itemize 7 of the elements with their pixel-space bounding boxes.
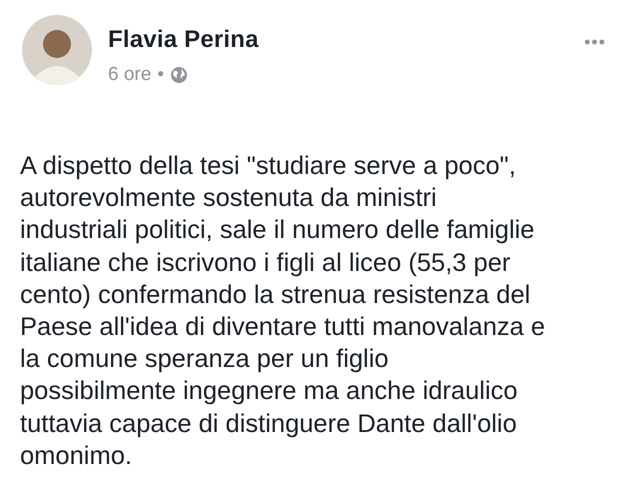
post-time[interactable]: 6 ore bbox=[108, 64, 152, 86]
post-text: A dispetto della tesi "studiare serve a poco", autorevolmente sostenuta da ministri industriali politici, sale il numero delle famiglie italiane che iscrivono i figli al liceo (55,3 per cento) confermando la strenua resistenza del Paese all'idea di diventare tutti manovalanza e la comune speranza per un figlio possibilmente ingegnere ma anche idraulico tuttavia capace di distinguere Dante dall'olio omonimo. bbox=[19, 151, 546, 472]
globe-icon bbox=[170, 66, 188, 84]
avatar-icon[interactable] bbox=[22, 14, 92, 86]
separator-dot: • bbox=[157, 64, 164, 86]
author-name[interactable]: Flavia Perina bbox=[108, 26, 584, 54]
more-options-button[interactable]: ••• bbox=[584, 32, 606, 53]
